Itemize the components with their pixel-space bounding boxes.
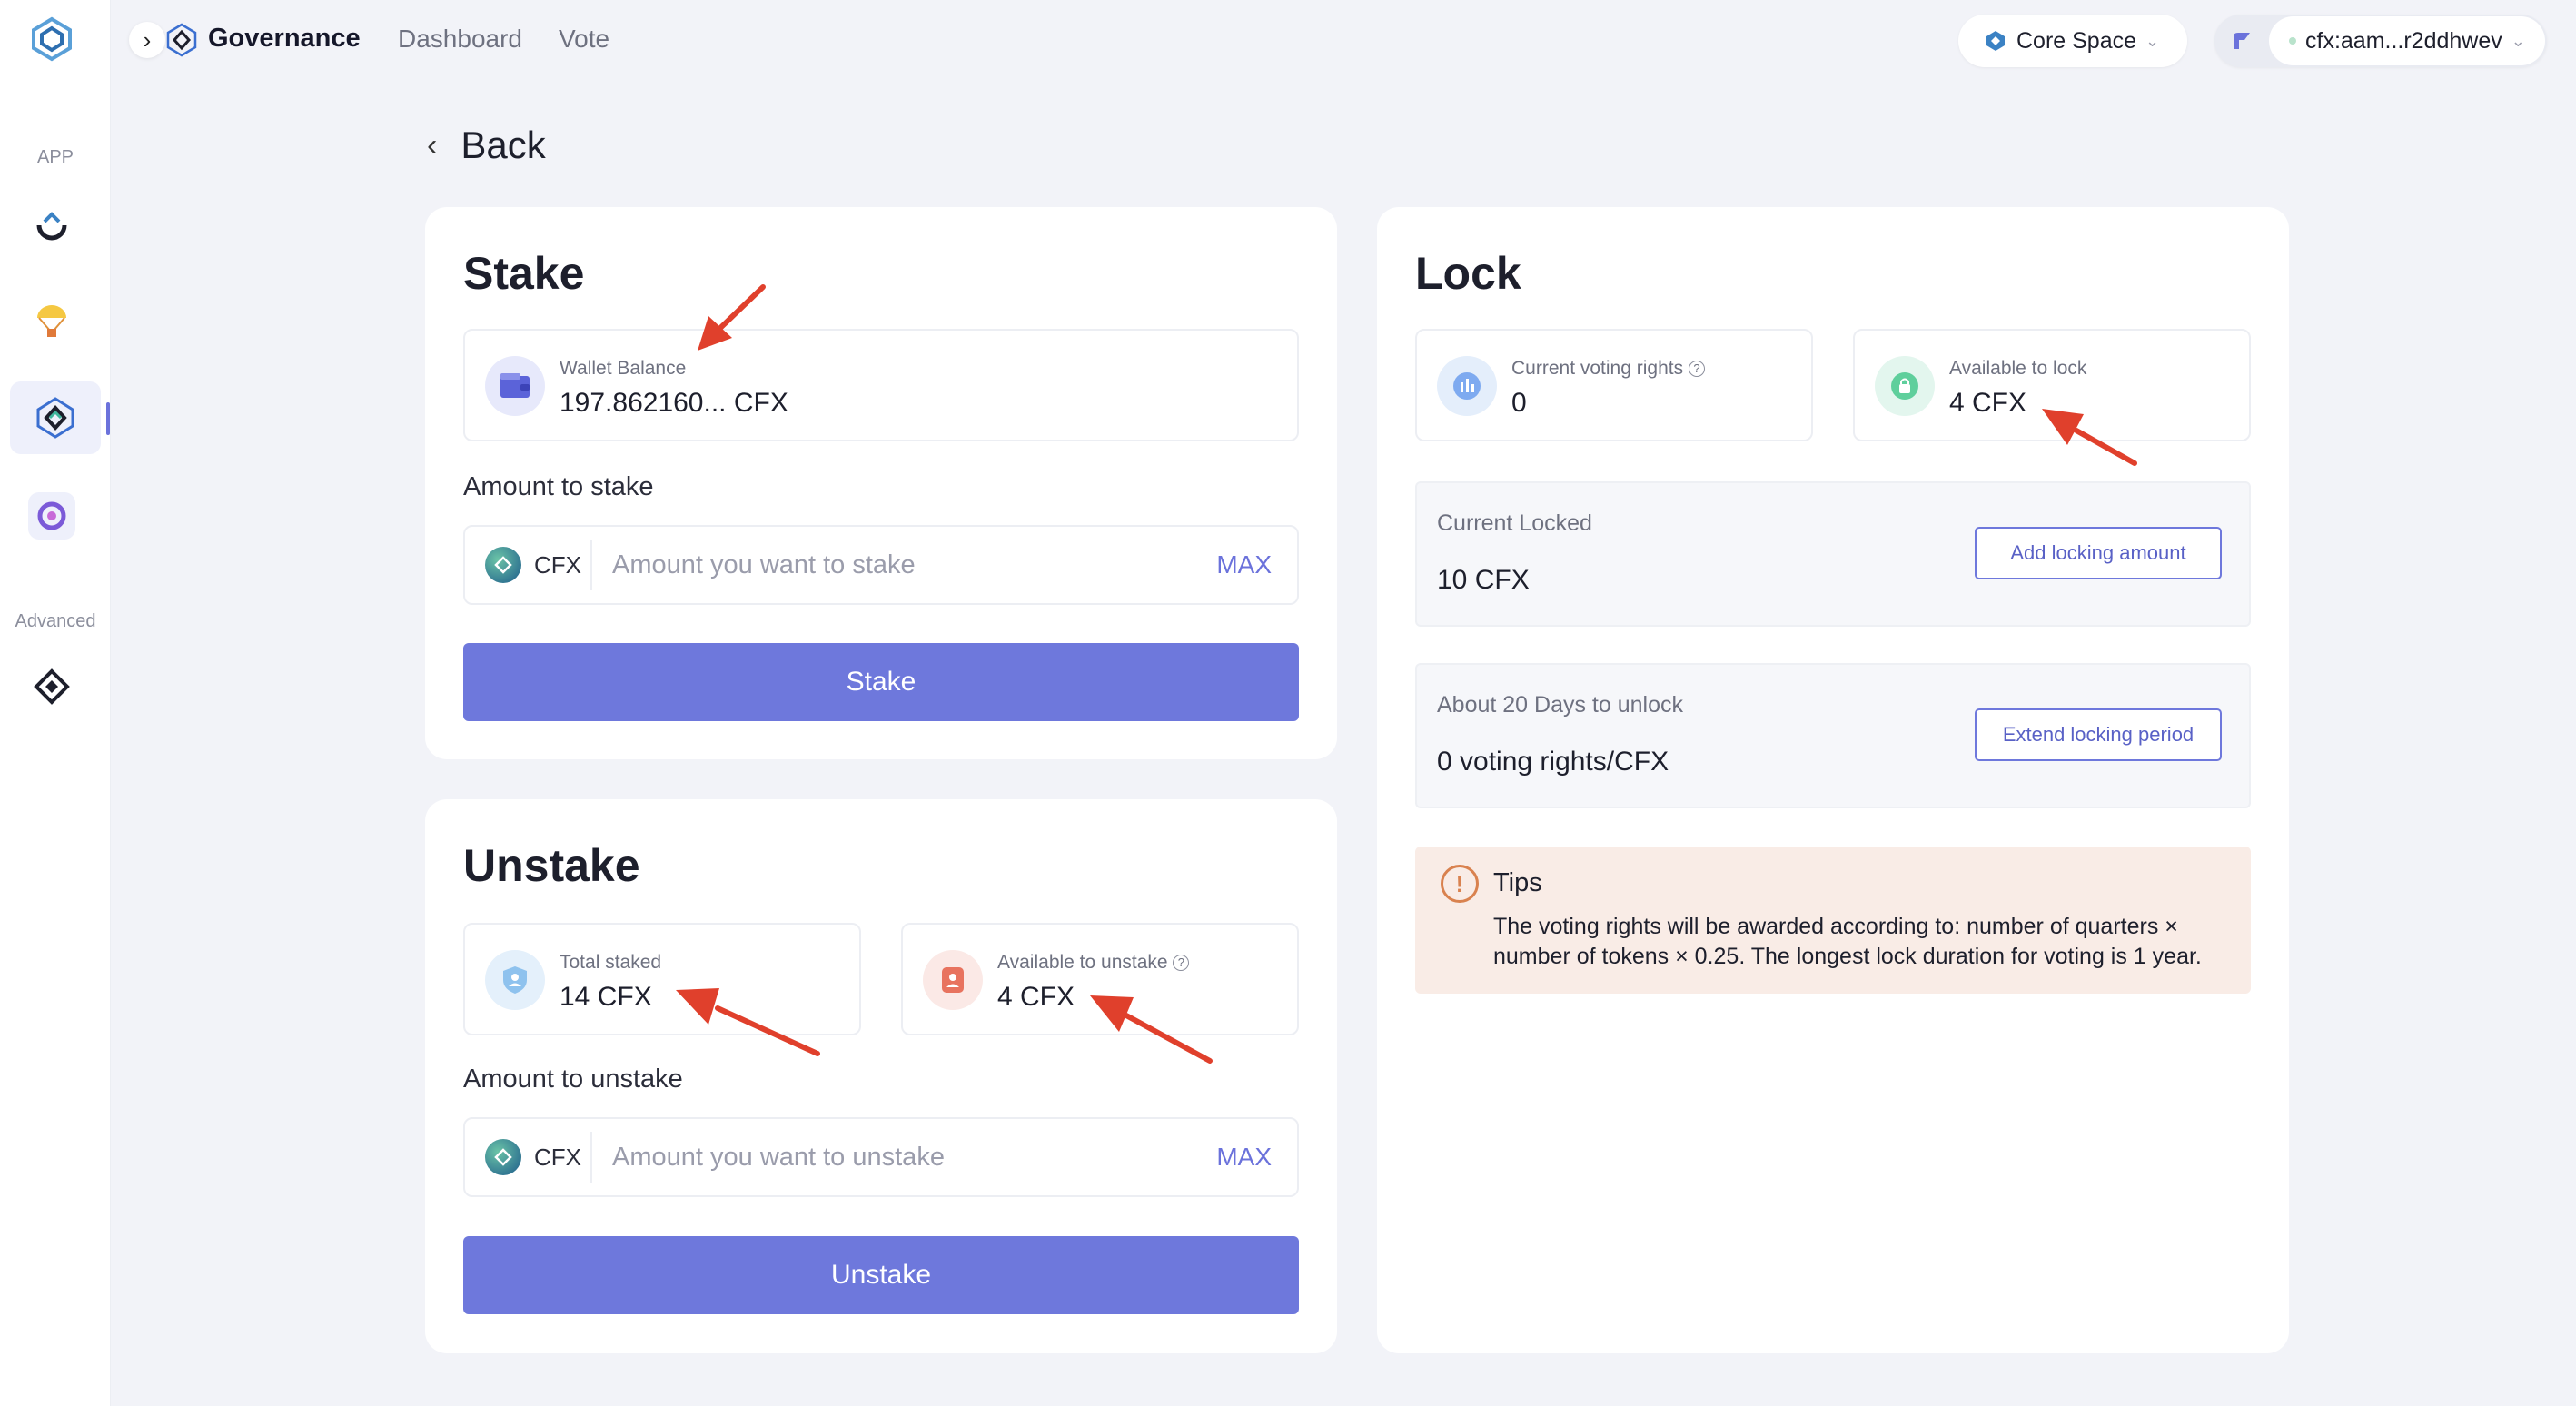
network-icon: [1986, 31, 2005, 51]
total-staked-label: Total staked: [560, 952, 662, 973]
sidebar: APP Advanced: [0, 0, 111, 1406]
top-navigation: › Governance Dashboard Vote Core Space ⌄…: [111, 0, 2576, 80]
account-selector[interactable]: cfx:aam...r2ddhwev ⌄: [2214, 15, 2547, 67]
sidebar-app-pos-icon[interactable]: [28, 492, 75, 540]
governance-logo-icon: [163, 22, 200, 58]
account-address-pill[interactable]: cfx:aam...r2ddhwev ⌄: [2269, 16, 2545, 65]
unstake-title: Unstake: [463, 840, 640, 891]
unlock-time-label: About 20 Days to unlock: [1437, 692, 1683, 718]
available-to-unstake-box: Available to unstake ? 4 CFX: [901, 923, 1299, 1035]
alert-circle-icon: !: [1441, 865, 1479, 903]
available-to-unstake-label: Available to unstake ?: [997, 952, 1190, 974]
sidebar-app-governance-icon[interactable]: [10, 381, 101, 454]
lock-icon: [1875, 356, 1935, 416]
stake-token-symbol: CFX: [534, 550, 581, 579]
sidebar-toggle-chevron-icon[interactable]: ›: [129, 22, 165, 58]
available-to-lock-box: Available to lock 4 CFX: [1853, 329, 2251, 441]
cfx-token-icon: [485, 1139, 521, 1175]
tips-text: The voting rights will be awarded accord…: [1493, 914, 2202, 969]
badge-user-icon: [923, 950, 983, 1010]
help-circle-icon[interactable]: ?: [1688, 361, 1705, 378]
nav-link-dashboard[interactable]: Dashboard: [398, 25, 522, 54]
wallet-balance-value: 197.862160... CFX: [560, 388, 788, 418]
sidebar-section-advanced: Advanced: [15, 611, 96, 631]
available-to-lock-value: 4 CFX: [1949, 388, 2027, 418]
network-selector[interactable]: Core Space ⌄: [1958, 15, 2187, 67]
current-locked-panel: Current Locked 10 CFX Add locking amount: [1415, 481, 2251, 627]
account-address: cfx:aam...r2ddhwev: [2305, 27, 2502, 54]
voting-rights-value: 0: [1511, 388, 1527, 418]
chevron-left-icon: ‹: [427, 127, 438, 163]
stake-title: Stake: [463, 248, 585, 299]
lock-card: Lock Current voting rights ? 0 Available…: [1377, 207, 2289, 1353]
total-staked-box: Total staked 14 CFX: [463, 923, 861, 1035]
total-staked-value: 14 CFX: [560, 982, 652, 1012]
stake-amount-input[interactable]: [592, 550, 1217, 580]
sidebar-app-swap-icon[interactable]: [28, 202, 75, 249]
sidebar-active-indicator: [106, 402, 110, 435]
conflux-logo-icon[interactable]: [28, 15, 75, 63]
amount-to-stake-label: Amount to stake: [463, 472, 654, 501]
voting-rights-box: Current voting rights ? 0: [1415, 329, 1813, 441]
stake-amount-field: CFX MAX: [463, 525, 1299, 605]
unstake-card: Unstake Total staked 14 CFX Available to…: [425, 799, 1337, 1353]
unstake-amount-input[interactable]: [592, 1142, 1217, 1173]
sidebar-app-airdrop-icon[interactable]: [28, 296, 75, 343]
unlock-panel: About 20 Days to unlock 0 voting rights/…: [1415, 663, 2251, 808]
cfx-token-icon: [485, 547, 521, 583]
available-to-unstake-value: 4 CFX: [997, 982, 1075, 1012]
stake-max-button[interactable]: MAX: [1216, 550, 1272, 579]
amount-to-unstake-label: Amount to unstake: [463, 1064, 683, 1094]
wallet-icon: [485, 356, 545, 416]
extend-locking-period-button[interactable]: Extend locking period: [1975, 708, 2222, 761]
available-to-lock-label: Available to lock: [1949, 358, 2087, 379]
unstake-max-button[interactable]: MAX: [1216, 1143, 1272, 1172]
wallet-balance-label: Wallet Balance: [560, 358, 687, 379]
bar-chart-icon: [1437, 356, 1497, 416]
lock-title: Lock: [1415, 248, 1521, 299]
stake-token-badge: CFX: [465, 540, 592, 590]
current-locked-value: 10 CFX: [1437, 565, 1530, 595]
help-circle-icon[interactable]: ?: [1173, 955, 1190, 972]
network-name: Core Space: [2016, 27, 2137, 54]
chevron-down-icon: ⌄: [2511, 31, 2525, 50]
back-label: Back: [461, 124, 546, 166]
current-locked-label: Current Locked: [1437, 510, 1592, 536]
chevron-down-icon: ⌄: [2145, 31, 2160, 50]
app-title: Governance: [208, 24, 361, 53]
connected-status-dot: [2289, 37, 2296, 45]
unstake-amount-field: CFX MAX: [463, 1117, 1299, 1197]
stake-card: Stake Wallet Balance 197.862160... CFX A…: [425, 207, 1337, 759]
wallet-balance-box: Wallet Balance 197.862160... CFX: [463, 329, 1299, 441]
sidebar-app-advanced-icon[interactable]: [28, 663, 75, 710]
sidebar-section-app: APP: [36, 147, 74, 167]
tips-box: ! Tips The voting rights will be awarded…: [1415, 847, 2251, 994]
nav-link-vote[interactable]: Vote: [559, 25, 609, 54]
shield-user-icon: [485, 950, 545, 1010]
voting-rights-label: Current voting rights ?: [1511, 358, 1705, 380]
stake-button[interactable]: Stake: [463, 643, 1299, 721]
voting-rights-per-cfx: 0 voting rights/CFX: [1437, 747, 1669, 777]
tips-title: Tips: [1493, 868, 1542, 897]
add-locking-amount-button[interactable]: Add locking amount: [1975, 527, 2222, 579]
wallet-provider-icon: [2214, 29, 2269, 53]
unstake-button[interactable]: Unstake: [463, 1236, 1299, 1314]
unstake-token-symbol: CFX: [534, 1143, 581, 1171]
back-button[interactable]: ‹ Back: [427, 124, 546, 167]
unstake-token-badge: CFX: [465, 1132, 592, 1183]
